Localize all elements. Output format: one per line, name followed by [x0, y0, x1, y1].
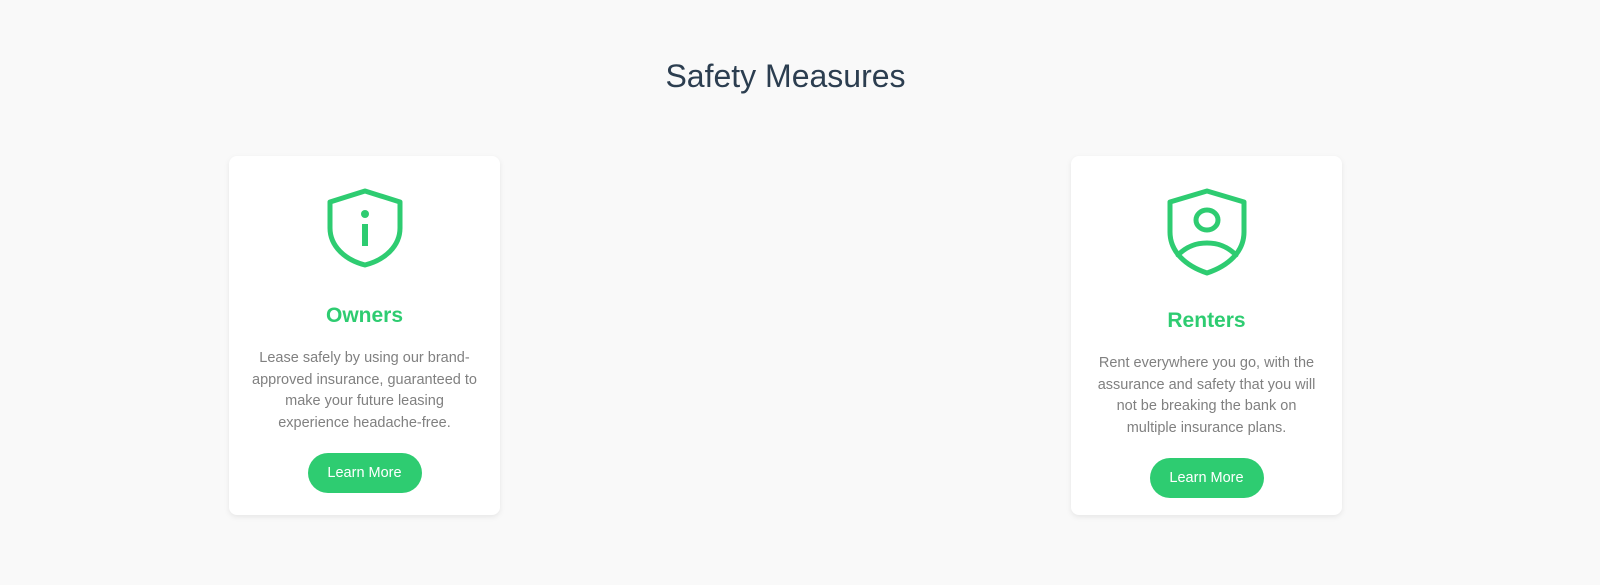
owners-card-title: Owners [325, 304, 404, 327]
renters-card-title: Renters [1167, 309, 1246, 332]
owners-card-description: Lease safely by using our brand-approved… [252, 350, 477, 431]
section-title: Safety Measures [665, 58, 906, 94]
owners-learn-more-button[interactable]: Learn More [307, 453, 422, 493]
renters-card: Renters Rent everywhere you go, with the… [1071, 156, 1342, 515]
renters-card-description: Rent everywhere you go, with the assuran… [1097, 355, 1316, 436]
renters-learn-more-button[interactable]: Learn More [1149, 458, 1264, 498]
shield-user-icon [1167, 188, 1246, 276]
shield-info-icon [327, 188, 402, 268]
owners-card: Owners Lease safely by using our brand-a… [229, 156, 500, 515]
